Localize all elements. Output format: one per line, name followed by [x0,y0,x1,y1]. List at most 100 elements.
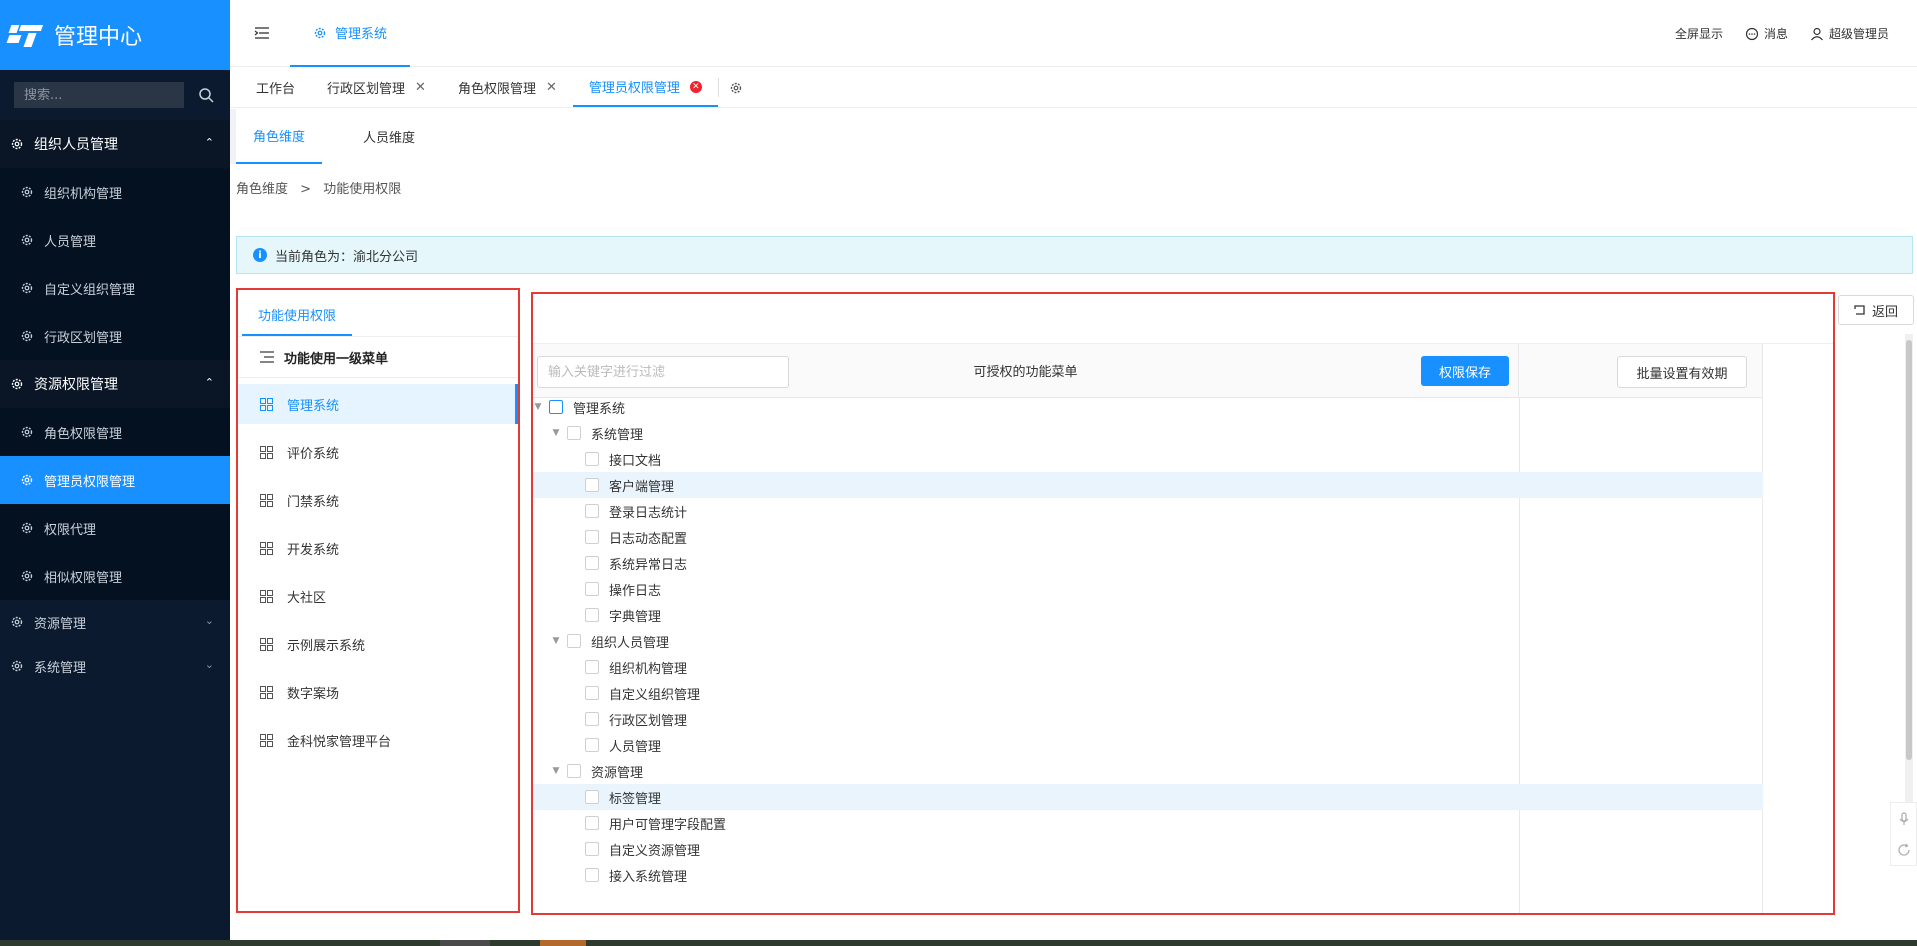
scrollbar-thumb[interactable] [1906,340,1912,760]
tree-node[interactable]: 系统异常日志 [533,550,1763,576]
breadcrumb-current: 功能使用权限 [323,182,402,197]
menu-heading: 功能使用一级菜单 [238,336,518,378]
tab-person-dimension[interactable]: 人员维度 [346,109,432,164]
taskbar-item [440,940,490,946]
tree-node-label: 人员管理 [609,739,662,755]
gear-icon [21,570,33,582]
system-list-item[interactable]: 数字案场 [238,668,518,716]
sidebar-item[interactable]: 人员管理 [0,216,230,264]
tree-checkbox[interactable] [585,712,599,726]
tree-checkbox[interactable] [585,660,599,674]
messages-button[interactable]: 消息 [1745,25,1788,42]
grid-icon [260,637,273,651]
search-icon[interactable] [198,87,214,103]
tree-checkbox[interactable] [585,686,599,700]
caret-down-icon[interactable]: ▼ [551,636,561,646]
system-tab[interactable]: 管理系统 [290,0,410,67]
user-menu[interactable]: 超级管理员 [1810,25,1889,42]
system-list-item[interactable]: 开发系统 [238,524,518,572]
tree-checkbox[interactable] [585,530,599,544]
tree-node[interactable]: 自定义组织管理 [533,680,1763,706]
tree-checkbox[interactable] [585,816,599,830]
tree-checkbox[interactable] [567,634,581,648]
save-permission-button[interactable]: 权限保存 [1421,356,1509,386]
tab-admin-permission[interactable]: 管理员权限管理 ✕ [572,68,718,107]
sidebar-item-label: 角色权限管理 [44,426,123,442]
tab-function-permission[interactable]: 功能使用权限 [242,294,352,336]
tree-checkbox[interactable] [585,582,599,596]
tree-node[interactable]: ▼ 组织人员管理 [533,628,1763,654]
sidebar-item[interactable]: 组织机构管理 [0,168,230,216]
sidebar-item[interactable]: 管理员权限管理 [0,456,230,504]
sidebar-group[interactable]: 系统管理 ⌄ [0,644,230,688]
filter-input[interactable] [537,356,789,388]
tree-node[interactable]: 组织机构管理 [533,654,1763,680]
tab-region[interactable]: 行政区划管理 ✕ [311,68,442,107]
batch-validity-button[interactable]: 批量设置有效期 [1617,356,1747,388]
tree-checkbox[interactable] [585,842,599,856]
tree-checkbox[interactable] [549,400,563,414]
tab-role-permission[interactable]: 角色权限管理 ✕ [442,68,573,107]
tree-node-label: 行政区划管理 [609,713,688,729]
refresh-icon[interactable] [1897,843,1911,857]
system-list-item[interactable]: 评价系统 [238,428,518,476]
return-button[interactable]: 返回 [1838,295,1914,325]
caret-down-icon[interactable]: ▼ [533,402,543,412]
close-icon[interactable]: ✕ [415,80,426,95]
tree-node[interactable]: ▼ 资源管理 [533,758,1763,784]
fullscreen-button[interactable]: 全屏显示 [1675,25,1723,42]
tree-checkbox[interactable] [585,738,599,752]
tree-node[interactable]: 人员管理 [533,732,1763,758]
tree-checkbox[interactable] [567,764,581,778]
close-icon[interactable]: ✕ [546,80,557,95]
breadcrumb: 角色维度 > 功能使用权限 [236,178,401,197]
tree-node[interactable]: 接口文档 [533,446,1763,472]
tree-node[interactable]: ▼ 管理系统 [533,394,1763,420]
chevron-down-icon: ⌄ [204,614,214,627]
tree-node[interactable]: 标签管理 [533,784,1763,810]
sidebar-group[interactable]: 资源权限管理 ⌃ [0,360,230,408]
caret-down-icon[interactable]: ▼ [551,428,561,438]
tree-node[interactable]: 客户端管理 [533,472,1763,498]
tree-node[interactable]: 登录日志统计 [533,498,1763,524]
system-list-item[interactable]: 管理系统 [238,384,518,424]
sidebar-search-input[interactable] [14,82,184,108]
tree-checkbox[interactable] [585,790,599,804]
tab-workbench[interactable]: 工作台 [240,68,311,107]
close-icon[interactable]: ✕ [689,80,702,93]
sidebar-item[interactable]: 角色权限管理 [0,408,230,456]
tab-role-dimension[interactable]: 角色维度 [236,109,322,164]
system-list-item[interactable]: 金科悦家管理平台 [238,716,518,764]
tree-checkbox[interactable] [585,608,599,622]
sidebar-group[interactable]: 组织人员管理 ⌃ [0,120,230,168]
tree-node[interactable]: 字典管理 [533,602,1763,628]
tree-checkbox[interactable] [567,426,581,440]
system-list-item[interactable]: 示例展示系统 [238,620,518,668]
tree-node[interactable]: 用户可管理字段配置 [533,810,1763,836]
breadcrumb-parent[interactable]: 角色维度 [236,182,288,197]
sidebar-item[interactable]: 权限代理 [0,504,230,552]
grid-icon [260,541,273,555]
tree-node[interactable]: 接入系统管理 [533,862,1763,888]
tree-checkbox[interactable] [585,478,599,492]
tree-node[interactable]: 操作日志 [533,576,1763,602]
sidebar-item[interactable]: 行政区划管理 [0,312,230,360]
system-list-item[interactable]: 门禁系统 [238,476,518,524]
gear-icon [730,82,742,93]
tree-node[interactable]: 行政区划管理 [533,706,1763,732]
tree-checkbox[interactable] [585,556,599,570]
tree-checkbox[interactable] [585,504,599,518]
menu-toggle-icon[interactable] [254,26,270,40]
system-list-item[interactable]: 大社区 [238,572,518,620]
tree-node[interactable]: 自定义资源管理 [533,836,1763,862]
tab-settings-button[interactable] [717,78,753,97]
sidebar-item[interactable]: 相似权限管理 [0,552,230,600]
sidebar-group[interactable]: 资源管理 ⌄ [0,600,230,644]
tree-node[interactable]: 日志动态配置 [533,524,1763,550]
tree-checkbox[interactable] [585,452,599,466]
sidebar-item[interactable]: 自定义组织管理 [0,264,230,312]
tree-node[interactable]: ▼ 系统管理 [533,420,1763,446]
tree-checkbox[interactable] [585,868,599,882]
caret-down-icon[interactable]: ▼ [551,766,561,776]
microphone-icon[interactable] [1897,811,1911,826]
